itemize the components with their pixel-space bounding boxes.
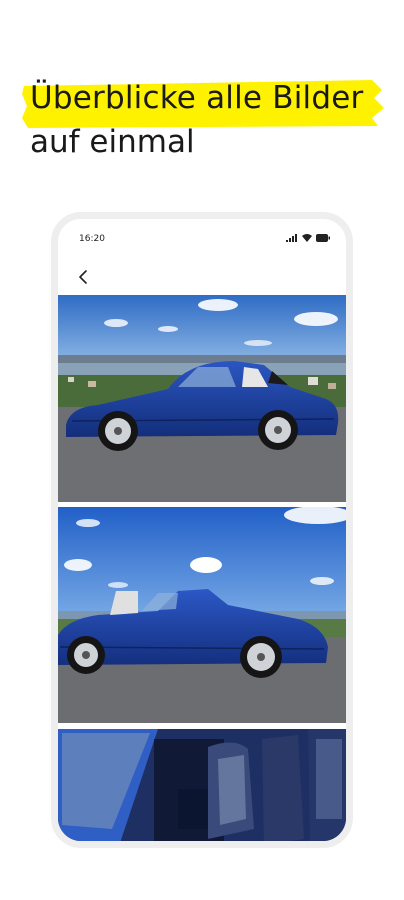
signal-icon: [286, 234, 297, 242]
wifi-icon: [302, 234, 312, 242]
photo-1[interactable]: [58, 295, 346, 502]
photo-2[interactable]: [58, 507, 346, 723]
headline-text-line1: Überblicke alle Bilder: [30, 80, 364, 116]
status-time: 16:20: [79, 234, 105, 244]
photo-1-image: [58, 295, 346, 502]
battery-icon: [316, 234, 330, 242]
photo-3-image: [58, 729, 346, 841]
status-bar: 16:20: [58, 219, 346, 263]
photo-3[interactable]: [58, 729, 346, 841]
status-icons: [286, 234, 330, 242]
headline-line1: Überblicke alle Bilder: [22, 74, 384, 128]
photo-2-image: [58, 507, 346, 723]
phone-mockup: 16:20: [51, 212, 353, 848]
chevron-left-icon[interactable]: [73, 267, 93, 287]
headline: Überblicke alle Bilder auf einmal: [22, 74, 392, 160]
